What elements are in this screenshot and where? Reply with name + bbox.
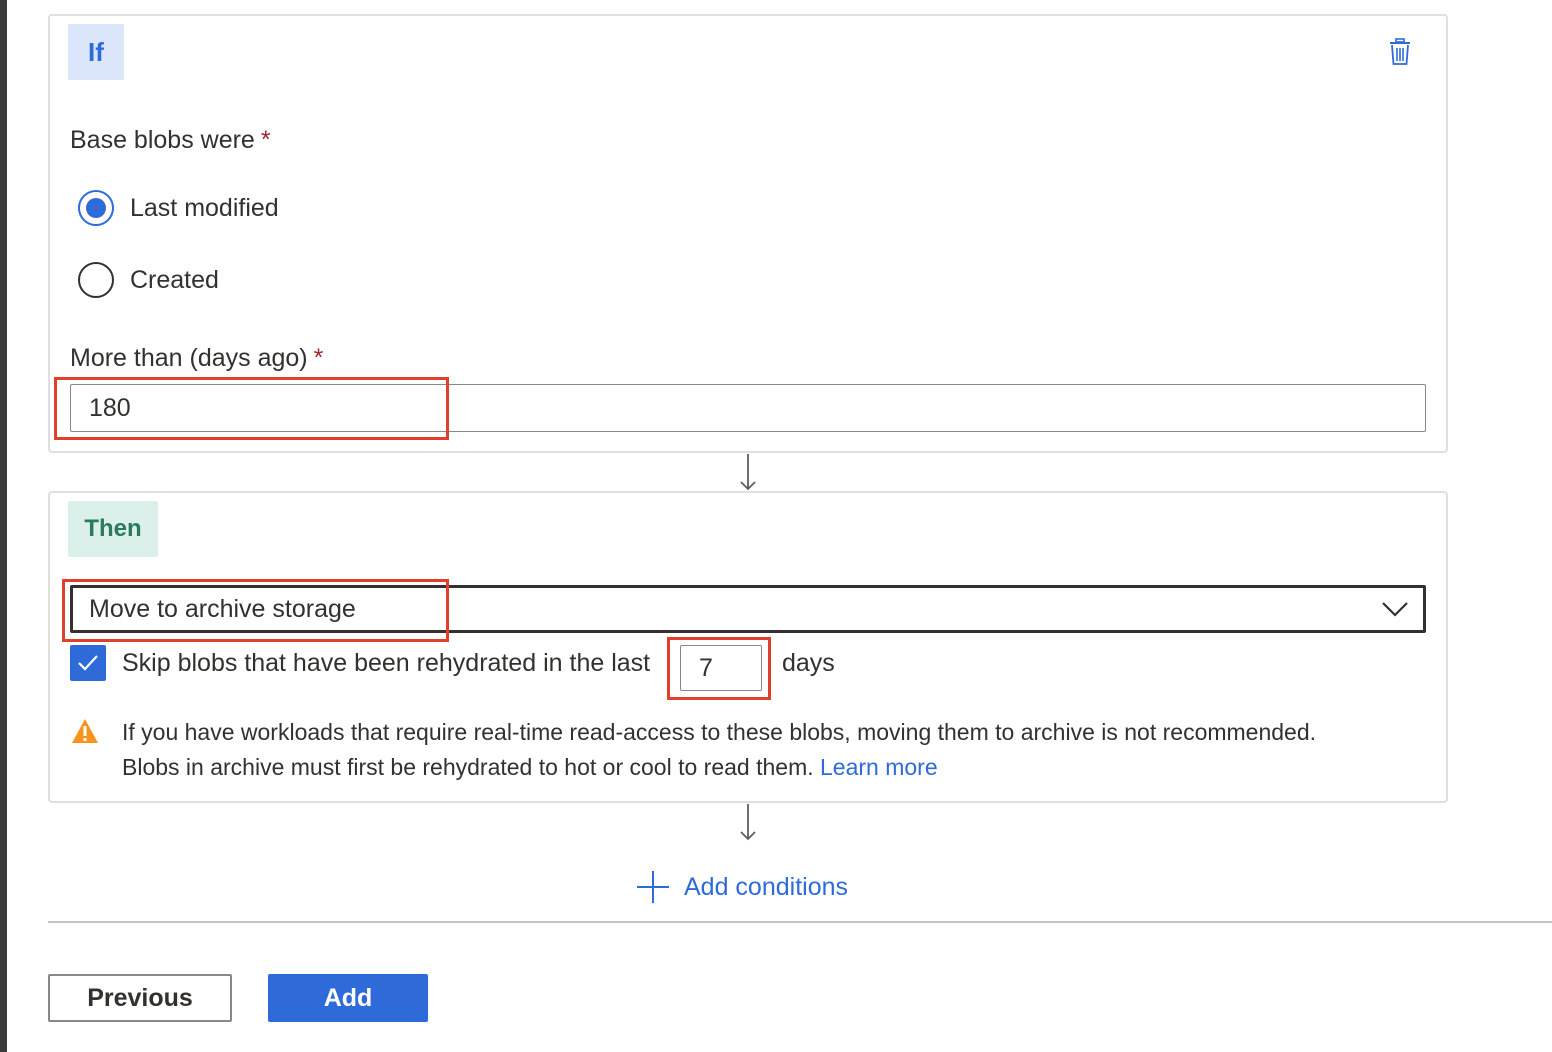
arrow-down-icon — [740, 454, 756, 491]
add-conditions-button[interactable]: Add conditions — [636, 870, 848, 904]
warning-line-2: Blobs in archive must first be rehydrate… — [122, 750, 1316, 785]
radio-last-modified[interactable]: Last modified — [78, 190, 279, 226]
warning-line-1: If you have workloads that require real-… — [122, 719, 1317, 745]
footer-divider — [48, 921, 1552, 923]
skip-rehydrated-row: Skip blobs that have been rehydrated in … — [70, 645, 650, 681]
base-blobs-label: Base blobs were * — [70, 126, 271, 155]
radio-label-created: Created — [130, 265, 219, 294]
if-tag: If — [68, 24, 124, 80]
warning-icon — [72, 719, 98, 743]
action-dropdown-value: Move to archive storage — [89, 594, 356, 623]
radio-dot — [86, 198, 106, 218]
radio-button-checked[interactable] — [78, 190, 114, 226]
then-action-card: Then Move to archive storage Skip blobs … — [48, 491, 1448, 803]
trash-icon[interactable] — [1388, 38, 1412, 66]
chevron-down-icon — [1382, 602, 1408, 617]
warning-line-2-text: Blobs in archive must first be rehydrate… — [122, 754, 814, 780]
days-suffix-label: days — [782, 649, 835, 677]
checkmark-icon — [78, 655, 98, 671]
if-condition-card: If Base blobs were * Last modified Create… — [48, 14, 1448, 453]
skip-rehydrated-checkbox[interactable] — [70, 645, 106, 681]
required-asterisk: * — [313, 344, 324, 372]
plus-icon — [637, 871, 669, 903]
then-tag: Then — [68, 501, 158, 557]
required-asterisk: * — [260, 126, 271, 154]
days-ago-input[interactable]: 180 — [70, 384, 1426, 432]
radio-button[interactable] — [78, 262, 114, 298]
warning-text: If you have workloads that require real-… — [122, 715, 1316, 785]
add-conditions-label: Add conditions — [684, 872, 849, 901]
arrow-down-icon — [740, 804, 756, 841]
learn-more-link[interactable]: Learn more — [820, 754, 938, 780]
rehydrated-days-input[interactable]: 7 — [680, 645, 762, 691]
days-ago-label: More than (days ago) * — [70, 344, 323, 373]
radio-created[interactable]: Created — [78, 262, 219, 298]
add-button[interactable]: Add — [268, 974, 428, 1022]
skip-rehydrated-label: Skip blobs that have been rehydrated in … — [122, 648, 651, 677]
days-ago-label-text: More than (days ago) — [70, 344, 308, 372]
previous-button[interactable]: Previous — [48, 974, 232, 1022]
base-blobs-label-text: Base blobs were — [70, 126, 255, 154]
left-edge-border — [0, 0, 7, 1052]
radio-label-last-modified: Last modified — [130, 193, 279, 222]
action-dropdown[interactable]: Move to archive storage — [70, 585, 1426, 633]
archive-warning: If you have workloads that require real-… — [70, 715, 1316, 785]
